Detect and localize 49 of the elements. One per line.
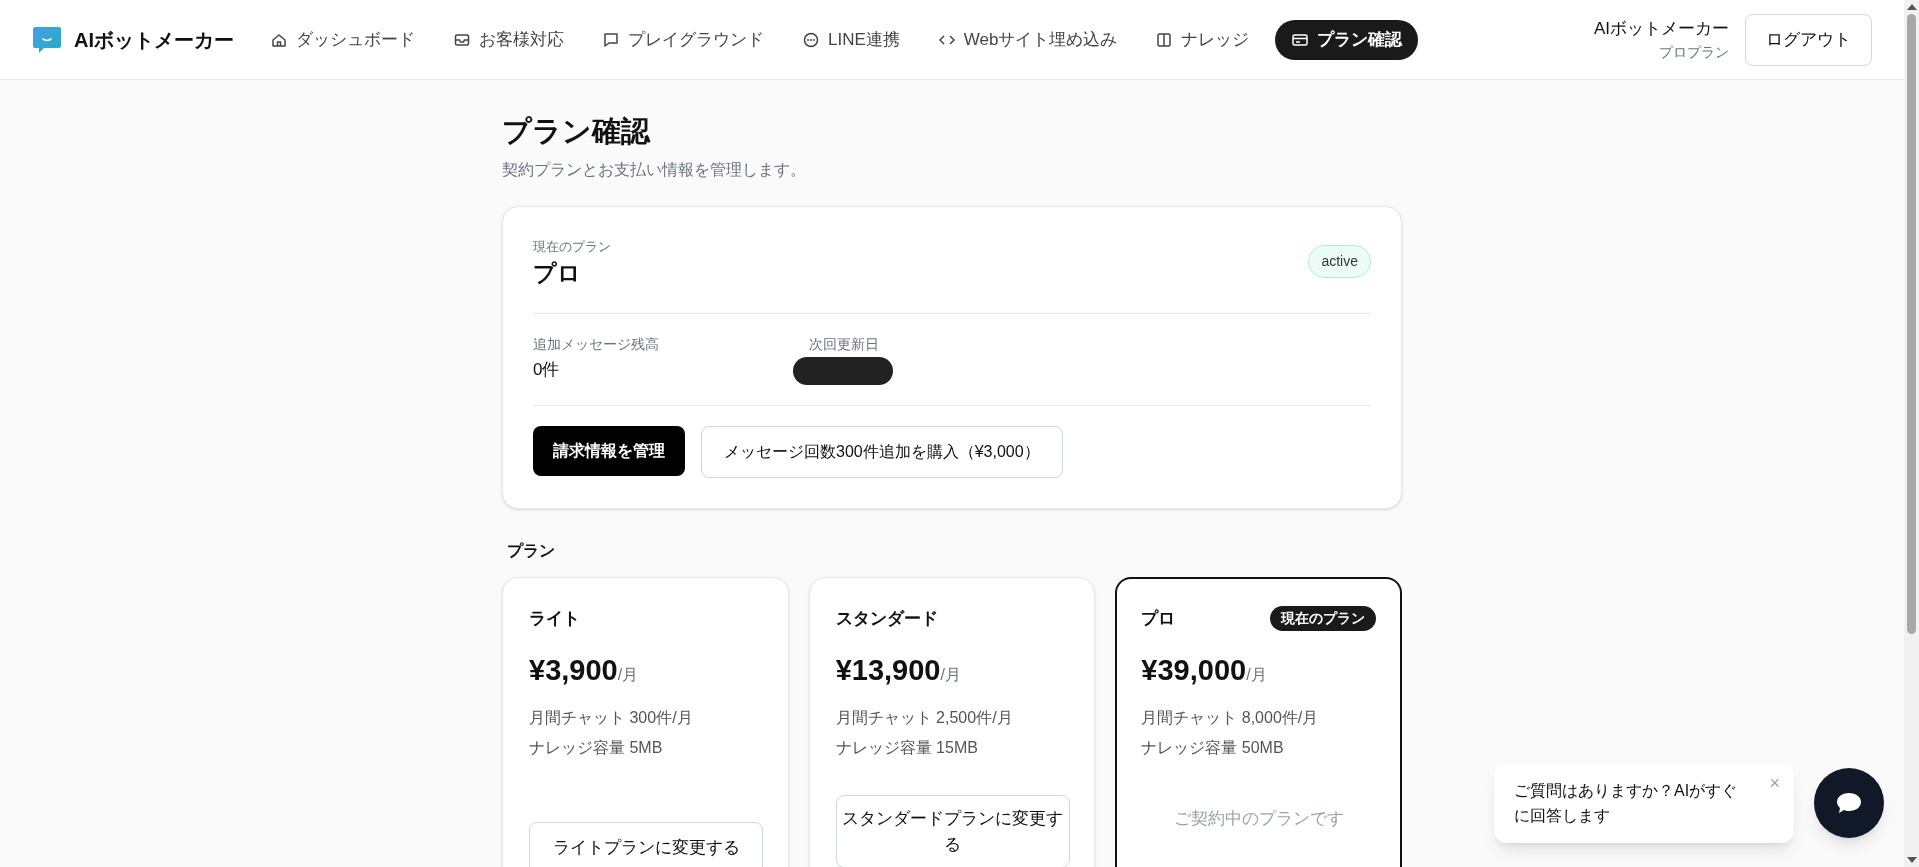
chat-icon [602,30,620,49]
nav-tab[interactable]: お客様対応 [441,19,576,60]
nav-tab[interactable]: プレイグラウンド [590,19,776,60]
plan-feature: ナレッジ容量 50MB [1141,738,1285,758]
scrollbar[interactable] [1904,0,1919,867]
chat-launcher-button[interactable] [1814,768,1884,839]
book-icon [1155,30,1174,49]
plan-feature: 月間チャット 2,500件/月 [835,708,1014,728]
plan-feature: 月間チャット 8,000件/月 [1141,708,1320,728]
nav-tab[interactable]: Webサイト埋め込み [925,19,1130,60]
change-plan-button[interactable]: スタンダードプランに変更する [835,795,1070,867]
status-badge: active [1308,244,1371,278]
logout-button[interactable]: ログアウト [1745,13,1872,66]
stat-label: 追加メッセージ残高 [533,334,659,354]
dots-icon [802,30,820,49]
plan-name: スタンダード [835,607,938,630]
plan-price: ¥39,000 [1141,652,1247,688]
change-plan-button[interactable]: ライトプランに変更する [529,822,763,867]
plan-price: ¥13,900 [835,652,941,688]
current-plan-badge: 現在のプラン [1270,606,1376,631]
stat-label: 次回更新日 [809,334,880,354]
purchase-button[interactable]: メッセージ回数300件追加を購入（¥3,000） [701,425,1063,478]
price-unit: /月 [1246,665,1267,683]
page-subtitle: 契約プランとお支払い情報を管理します。 [502,159,807,180]
current-plan-note: ご契約中のプランです [1172,808,1345,830]
chat-popup-message: ご質問はありますか？AIがすぐに回答します [1514,780,1739,827]
page-title: プラン確認 [502,114,652,149]
plan-name: ライト [529,607,580,630]
chat-bubble-icon [1835,791,1863,816]
plan-feature: 月間チャット 300件/月 [529,708,694,728]
logo-icon [32,24,62,55]
stat-value: 0件 [533,358,561,381]
plans-heading: プラン [507,540,556,561]
manage-billing-button[interactable]: 請求情報を管理 [533,425,685,476]
nav-tab[interactable]: ダッシュボード [258,19,427,60]
plan-price: ¥3,900 [529,652,618,688]
current-plan-name: プロ [533,259,582,288]
plan-feature: ナレッジ容量 5MB [529,738,664,758]
current-plan-label: 現在のプラン [533,237,611,256]
brand-name: AIボットメーカー [74,27,234,53]
nav-tab[interactable]: プラン確認 [1275,19,1419,60]
price-unit: /月 [617,665,639,683]
user-plan: プロプラン [1659,42,1729,62]
plan-name: プロ [1141,607,1176,630]
nav-tab[interactable]: LINE連携 [790,19,912,60]
nav-tab[interactable]: ナレッジ [1143,19,1262,60]
user-name: AIボットメーカー [1593,18,1729,41]
price-unit: /月 [940,665,961,683]
plan-feature: ナレッジ容量 15MB [835,738,979,758]
